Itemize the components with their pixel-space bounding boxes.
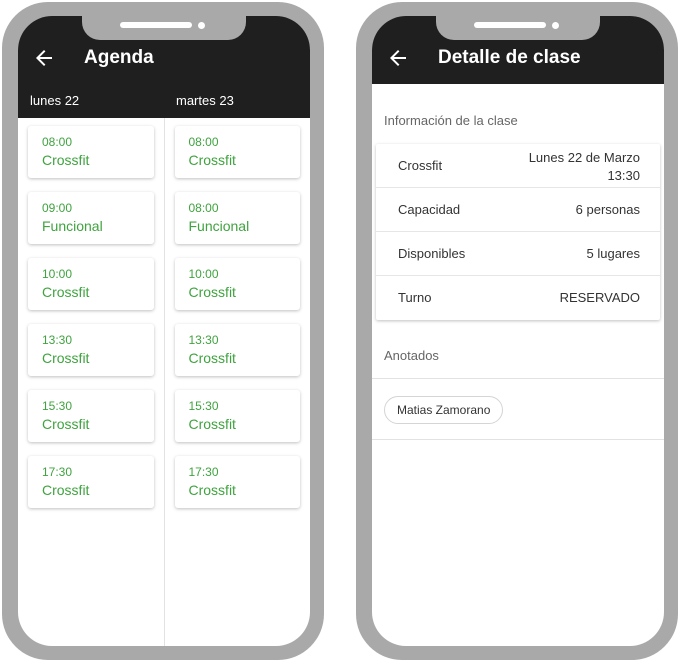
day-header-martes: martes 23 bbox=[176, 93, 234, 108]
class-card[interactable]: 13:30 Crossfit bbox=[28, 324, 154, 376]
back-arrow-icon[interactable] bbox=[32, 46, 56, 70]
class-time: 17:30 bbox=[188, 465, 219, 479]
page-title: Detalle de clase bbox=[438, 47, 581, 68]
agenda-screen: Agenda lunes 22 martes 23 08:00 Crossfit… bbox=[18, 16, 310, 646]
class-time: 08:00 bbox=[42, 135, 73, 149]
day-headers: lunes 22 martes 23 bbox=[18, 84, 310, 118]
class-name: Crossfit bbox=[42, 284, 90, 300]
class-name: Funcional bbox=[42, 218, 103, 234]
class-time: 08:00 bbox=[188, 135, 219, 149]
class-card[interactable]: 09:00 Funcional bbox=[28, 192, 154, 244]
info-row-capacity: Capacidad 6 personas bbox=[376, 188, 660, 232]
class-name: Crossfit bbox=[188, 482, 236, 498]
class-name: Crossfit bbox=[42, 152, 90, 168]
back-arrow-icon[interactable] bbox=[386, 46, 410, 70]
class-card[interactable]: 13:30 Crossfit bbox=[174, 324, 300, 376]
class-time: 10:00 bbox=[42, 267, 73, 281]
class-card[interactable]: 10:00 Crossfit bbox=[28, 258, 154, 310]
class-name: Funcional bbox=[188, 218, 250, 234]
phone-agenda: Agenda lunes 22 martes 23 08:00 Crossfit… bbox=[2, 2, 324, 660]
class-card[interactable]: 08:00 Funcional bbox=[174, 192, 300, 244]
class-name: Crossfit bbox=[188, 416, 236, 432]
class-name: Crossfit bbox=[42, 416, 90, 432]
class-time: 15:30 bbox=[188, 399, 219, 413]
camera-icon bbox=[198, 22, 205, 29]
agenda-columns: 08:00 Crossfit 09:00 Funcional 10:00 Cro… bbox=[18, 118, 310, 646]
status-badge: RESERVADO bbox=[559, 290, 640, 305]
class-time: 13:30 bbox=[42, 333, 73, 347]
class-card[interactable]: 08:00 Crossfit bbox=[174, 126, 300, 178]
speaker-icon bbox=[120, 22, 192, 28]
class-time: 09:00 bbox=[42, 201, 73, 215]
class-name: Crossfit bbox=[188, 350, 236, 366]
info-section-title: Información de la clase bbox=[384, 113, 518, 128]
class-name: Crossfit bbox=[42, 350, 90, 366]
phone-notch bbox=[436, 16, 600, 40]
camera-icon bbox=[552, 22, 559, 29]
info-value: 6 personas bbox=[575, 202, 640, 217]
class-name: Crossfit bbox=[188, 284, 236, 300]
page-title: Agenda bbox=[84, 47, 154, 68]
info-row-available: Disponibles 5 lugares bbox=[376, 232, 660, 276]
phone-notch bbox=[82, 16, 246, 40]
class-card[interactable]: 08:00 Crossfit bbox=[28, 126, 154, 178]
info-label: Disponibles bbox=[398, 246, 466, 261]
class-time: 17:30 bbox=[42, 465, 73, 479]
class-info-card: Crossfit Lunes 22 de Marzo 13:30 Capacid… bbox=[376, 144, 660, 320]
attendee-chip[interactable]: Matias Zamorano bbox=[384, 396, 504, 424]
detalle-screen: Detalle de clase Información de la clase… bbox=[372, 16, 664, 646]
speaker-icon bbox=[474, 22, 546, 28]
class-date: Lunes 22 de Marzo bbox=[528, 150, 640, 165]
info-label: Turno bbox=[398, 290, 432, 305]
class-card[interactable]: 15:30 Crossfit bbox=[28, 390, 154, 442]
divider bbox=[372, 378, 664, 379]
class-card[interactable]: 17:30 Crossfit bbox=[174, 456, 300, 508]
class-card[interactable]: 10:00 Crossfit bbox=[174, 258, 300, 310]
attendees-section-title: Anotados bbox=[384, 348, 439, 363]
info-label: Crossfit bbox=[398, 158, 443, 173]
class-time: 15:30 bbox=[42, 399, 73, 413]
info-row-turn: Turno RESERVADO bbox=[376, 276, 660, 320]
class-time: 08:00 bbox=[188, 201, 219, 215]
info-value: Lunes 22 de Marzo 13:30 bbox=[529, 149, 640, 185]
class-name: Crossfit bbox=[188, 152, 236, 168]
day-column-martes: 08:00 Crossfit 08:00 Funcional 10:00 Cro… bbox=[163, 118, 311, 646]
day-header-lunes: lunes 22 bbox=[30, 93, 80, 108]
divider bbox=[372, 439, 664, 440]
info-label: Capacidad bbox=[398, 202, 461, 217]
class-card[interactable]: 17:30 Crossfit bbox=[28, 456, 154, 508]
class-name: Crossfit bbox=[42, 482, 90, 498]
class-time: 13:30 bbox=[188, 333, 219, 347]
class-time: 13:30 bbox=[607, 168, 640, 183]
info-value: 5 lugares bbox=[586, 246, 640, 261]
class-time: 10:00 bbox=[188, 267, 219, 281]
phone-detalle: Detalle de clase Información de la clase… bbox=[356, 2, 678, 660]
info-row-class: Crossfit Lunes 22 de Marzo 13:30 bbox=[376, 144, 660, 188]
class-card[interactable]: 15:30 Crossfit bbox=[174, 390, 300, 442]
day-column-lunes: 08:00 Crossfit 09:00 Funcional 10:00 Cro… bbox=[18, 118, 164, 646]
